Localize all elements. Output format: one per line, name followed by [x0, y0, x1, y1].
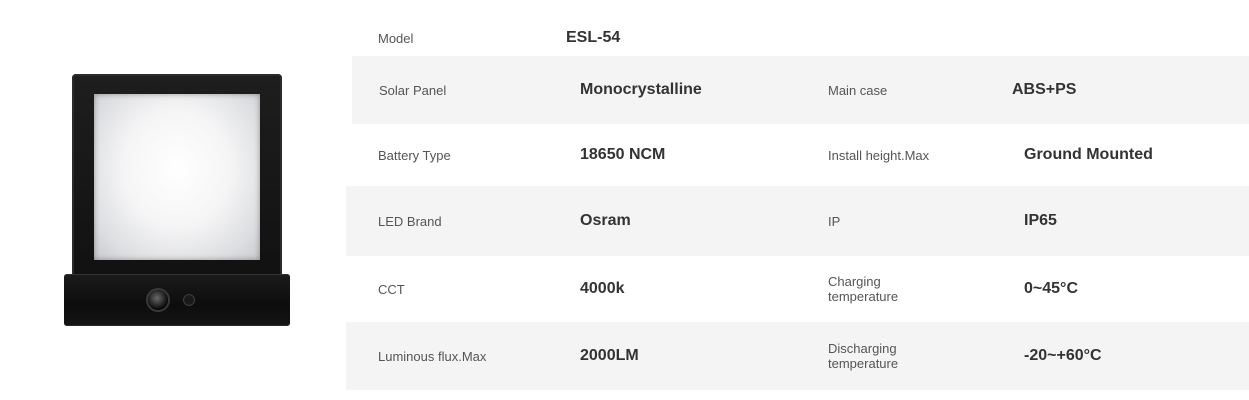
spec-label: Model [378, 30, 414, 46]
spec-value: IP65 [1024, 212, 1057, 229]
spec-label: Discharging temperature [828, 341, 899, 371]
spec-value: 2000LM [580, 347, 639, 364]
spec-row: Luminous flux.Max 2000LM Discharging tem… [346, 322, 1249, 390]
lamp-frame [72, 74, 282, 278]
spec-label: Solar Panel [379, 82, 447, 98]
spec-value: ABS+PS [1012, 81, 1077, 98]
spec-label: LED Brand [378, 213, 442, 229]
spec-value: ESL-54 [566, 29, 621, 46]
spec-table: Model ESL-54 Solar Panel Monocrystalline… [346, 20, 1249, 390]
spec-value: 4000k [580, 280, 625, 297]
spec-label: Charging temperature [828, 274, 899, 304]
product-spec-page: Model ESL-54 Solar Panel Monocrystalline… [0, 0, 1249, 400]
spec-value: Osram [580, 212, 631, 229]
spec-row: Solar Panel Monocrystalline Main case AB… [352, 56, 1249, 124]
product-image [64, 74, 290, 326]
spec-label: Luminous flux.Max [378, 348, 487, 364]
lamp-base [64, 274, 290, 326]
spec-value: -20~+60°C [1024, 347, 1102, 364]
spec-label: Main case [828, 82, 888, 98]
spec-label: Battery Type [378, 147, 451, 163]
motion-sensor-icon [148, 290, 168, 310]
spec-value: Ground Mounted [1024, 146, 1153, 163]
light-sensor-icon [184, 295, 194, 305]
spec-label: Install height.Max [828, 147, 930, 163]
spec-row-model: Model ESL-54 [346, 20, 1249, 56]
spec-label: IP [828, 213, 841, 229]
spec-value: 18650 NCM [580, 146, 666, 163]
spec-row: CCT 4000k Charging temperature 0~45°C [346, 256, 1249, 322]
spec-row: LED Brand Osram IP IP65 [346, 186, 1249, 256]
lamp-light-panel [94, 94, 260, 260]
spec-value: Monocrystalline [580, 81, 702, 98]
spec-value: 0~45°C [1024, 280, 1078, 297]
spec-label: CCT [378, 281, 405, 297]
spec-row: Battery Type 18650 NCM Install height.Ma… [346, 124, 1249, 186]
